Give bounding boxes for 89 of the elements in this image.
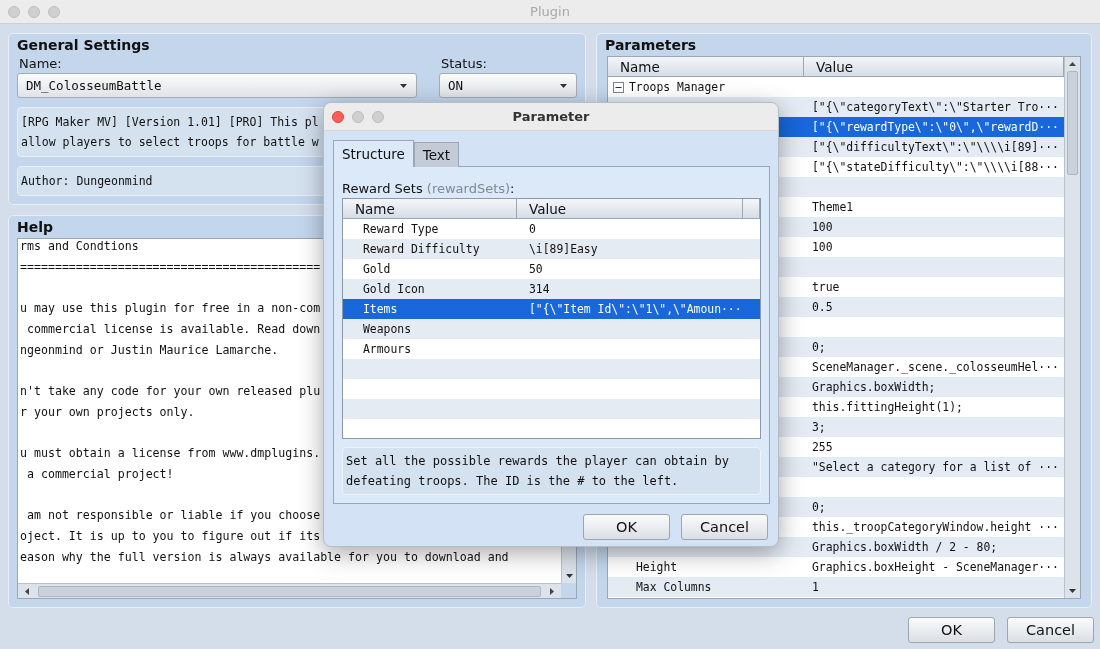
tab[interactable]: Structure [333,140,414,167]
section-title: Help [17,219,54,235]
table-cell: Graphics.boxWidth / 2 - 80; [812,540,998,554]
scrollbar-thumb[interactable] [38,585,541,597]
zoom-button[interactable] [372,110,384,123]
table-cell: Height [636,560,678,574]
help-text-line: n't take any code for your own released plu [20,383,321,400]
section-title: General Settings [17,37,150,53]
table-cell: this._troopCategoryWindow.height ··· [812,520,1059,534]
table-cell: \i[89]Easy [529,242,598,256]
table-cell: 314 [529,282,550,296]
help-text-line: =========================================== [20,259,321,276]
table-cell: 100 [812,220,833,234]
table-cell: 1 [812,580,819,594]
table-cell: Armours [363,342,411,356]
table-row[interactable]: Gold Icon 314 [343,279,760,299]
table-row[interactable]: Reward Difficulty \i[89]Easy [343,239,760,259]
status-dropdown[interactable]: ON [439,73,577,98]
table-cell: ["{\"difficultyText\":\"\\\\i[89]··· [812,140,1059,154]
ok-button[interactable]: OK [583,514,670,540]
field-label: Reward Sets (rewardSets): [342,181,515,196]
table-cell: Gold Icon [363,282,425,296]
down-arrow-icon [1068,588,1077,594]
table-cell: 255 [812,440,833,454]
table-cell: Graphics.boxHeight - SceneManager··· [812,560,1059,574]
down-arrow-icon [564,573,574,579]
column-header[interactable]: Name [608,57,804,76]
help-text-line: eason why the full version is always available for you to download and [20,549,509,566]
table-cell: true [812,280,840,294]
help-text-line: commercial license is available. Read down [25,321,321,338]
column-header[interactable]: Name [343,199,517,218]
table-cell: 0 [529,222,536,236]
parameter-description: Set all the possible rewards the player can obtain by defeating troops. The ID is the # to the left. [342,447,761,495]
horizontal-scrollbar[interactable] [18,583,561,598]
zoom-button[interactable] [48,5,60,18]
caret-icon [559,82,568,89]
close-button[interactable] [332,110,344,123]
table-cell: ["{\"stateDifficulty\":\"\\\\i[88··· [812,160,1059,174]
table-cell: Theme1 [812,200,854,214]
table-cell: Items [363,302,398,316]
help-text-line: u may use this plugin for free in a non-com [20,300,321,317]
table-row[interactable]: Items ["{\"Item Id\":\"1\",\"Amoun··· [343,299,760,319]
table-cell: SceneManager._scene._colosseumHel··· [812,360,1059,374]
field-label: Status: [441,56,487,71]
section-title: Parameters [605,37,697,53]
table-row[interactable]: Weapons [343,319,760,339]
table-cell: Weapons [363,322,411,336]
field-label: Name: [19,56,62,71]
close-button[interactable] [8,5,20,18]
table-cell: Reward Type [363,222,439,236]
vertical-scrollbar[interactable] [1064,57,1080,598]
help-text-line: u must obtain a license from www.dmplugins. [20,445,321,462]
help-text-line: a commercial project! [25,466,174,483]
table-cell: ["{\"categoryText\":\"Starter Tro··· [812,100,1059,114]
table-cell: Reward Difficulty [363,242,480,256]
table-row[interactable]: Max Columns 1 [608,577,1064,597]
help-text-line: rms and Condtions [20,239,139,255]
window-title: Plugin [530,4,570,19]
table-cell: Graphics.boxWidth; [812,380,936,394]
up-arrow-icon [1068,61,1077,67]
table-cell: 0; [812,500,826,514]
table-cell: ["{\"rewardType\":\"0\",\"rewardD··· [812,120,1059,134]
collapse-icon[interactable] [613,81,624,93]
table-cell: 100 [812,240,833,254]
name-dropdown[interactable]: DM_ColosseumBattle [17,73,417,98]
left-arrow-icon [24,586,30,596]
help-text-line: ngeonmind or Justin Maurice Lamarche. [20,342,279,359]
table-cell: Gold [363,262,391,276]
help-text-line: am not responsible or liable if you choose [25,507,321,524]
table-cell: 0.5 [812,300,833,314]
table-cell: Troops Manager [629,80,725,94]
scrollbar-thumb[interactable] [1067,71,1078,175]
caret-icon [399,82,408,89]
ok-button[interactable]: OK [908,617,995,643]
column-header[interactable]: Value [517,199,743,218]
table-cell: 3; [812,420,826,434]
minimize-button[interactable] [28,5,40,18]
help-text-line: r your own projects only. [20,404,195,421]
table-cell: 50 [529,262,543,276]
table-cell: Max Columns [636,580,712,594]
table-cell: this.fittingHeight(1); [812,400,963,414]
table-cell: "Select a category for a list of ··· [812,460,1059,474]
cancel-button[interactable]: Cancel [1007,617,1094,643]
tab[interactable]: Text [413,142,460,167]
table-cell: 0; [812,340,826,354]
minimize-button[interactable] [352,110,364,123]
cancel-button[interactable]: Cancel [681,514,768,540]
help-text-line: oject. It is up to you to figure out if its [20,528,321,545]
right-arrow-icon [549,586,555,596]
